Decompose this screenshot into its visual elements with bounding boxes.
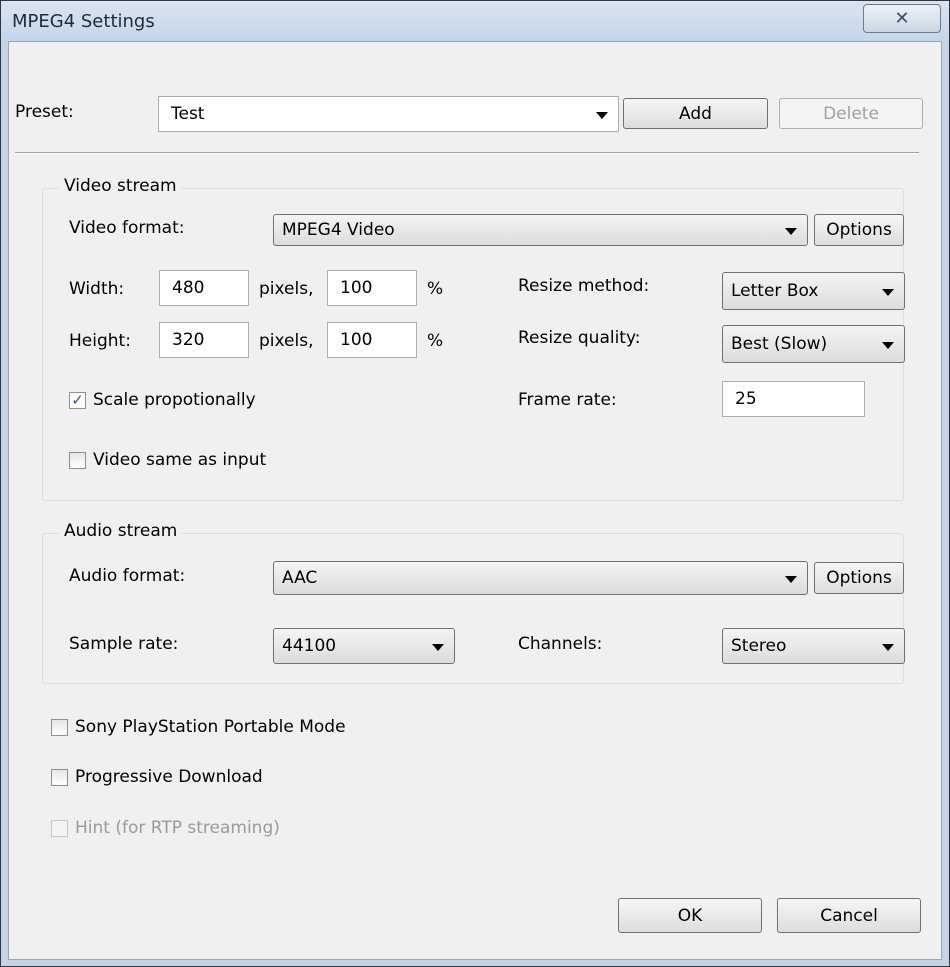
- width-percent-sign: %: [427, 279, 444, 299]
- dialog-body: Preset: Test Add Delete Video stream Vid…: [8, 41, 942, 960]
- delete-preset-button[interactable]: Delete: [779, 98, 923, 129]
- hint-rtp-checkbox[interactable]: [51, 820, 68, 837]
- height-percent-value: 100: [340, 330, 373, 350]
- audio-stream-title: Audio stream: [59, 521, 183, 541]
- height-label: Height:: [69, 331, 131, 351]
- settings-dialog: MPEG4 Settings ✕ Preset: Test Add Delete…: [0, 0, 950, 967]
- width-input[interactable]: 480: [159, 270, 249, 306]
- video-options-button[interactable]: Options: [814, 214, 904, 246]
- resize-method-label: Resize method:: [518, 276, 650, 296]
- chevron-down-icon: [882, 342, 894, 349]
- resize-quality-label: Resize quality:: [518, 328, 641, 348]
- chevron-down-icon: [596, 112, 608, 119]
- scale-proportionally-label: Scale propotionally: [93, 390, 256, 410]
- height-input[interactable]: 320: [159, 322, 249, 358]
- separator: [15, 152, 919, 154]
- height-percent-sign: %: [427, 331, 444, 351]
- chevron-down-icon: [785, 576, 797, 583]
- cancel-button[interactable]: Cancel: [777, 898, 921, 933]
- chevron-down-icon: [882, 644, 894, 651]
- checkmark-icon: ✓: [71, 391, 84, 409]
- frame-rate-value: 25: [735, 389, 757, 409]
- width-value: 480: [172, 278, 205, 298]
- video-format-label: Video format:: [69, 218, 185, 238]
- channels-value: Stereo: [731, 636, 787, 656]
- video-stream-title: Video stream: [59, 176, 182, 196]
- close-button[interactable]: ✕: [863, 4, 941, 33]
- audio-format-label: Audio format:: [69, 566, 186, 586]
- title-bar[interactable]: MPEG4 Settings ✕: [1, 1, 949, 41]
- video-format-dropdown[interactable]: MPEG4 Video: [273, 214, 808, 246]
- preset-value: Test: [171, 104, 205, 124]
- progressive-download-checkbox[interactable]: [51, 769, 68, 786]
- chevron-down-icon: [432, 644, 444, 651]
- preset-dropdown[interactable]: Test: [158, 96, 619, 132]
- width-percent-value: 100: [340, 278, 373, 298]
- resize-method-dropdown[interactable]: Letter Box: [722, 272, 905, 310]
- scale-proportionally-checkbox[interactable]: ✓: [69, 392, 86, 409]
- resize-quality-dropdown[interactable]: Best (Slow): [722, 325, 905, 363]
- video-same-as-input-label: Video same as input: [93, 450, 267, 470]
- add-preset-button[interactable]: Add: [623, 98, 768, 129]
- psp-mode-label: Sony PlayStation Portable Mode: [75, 717, 346, 737]
- height-percent-input[interactable]: 100: [327, 322, 417, 358]
- chevron-down-icon: [882, 289, 894, 296]
- resize-method-value: Letter Box: [731, 281, 819, 301]
- audio-options-button[interactable]: Options: [814, 562, 904, 594]
- psp-mode-checkbox[interactable]: [51, 719, 68, 736]
- channels-dropdown[interactable]: Stereo: [722, 628, 905, 664]
- video-same-as-input-checkbox[interactable]: [69, 452, 86, 469]
- width-label: Width:: [69, 279, 125, 299]
- height-value: 320: [172, 330, 205, 350]
- frame-rate-input[interactable]: 25: [722, 381, 865, 417]
- video-format-value: MPEG4 Video: [282, 220, 395, 240]
- chevron-down-icon: [785, 228, 797, 235]
- hint-rtp-label: Hint (for RTP streaming): [75, 818, 280, 838]
- audio-format-value: AAC: [282, 568, 318, 588]
- ok-button[interactable]: OK: [618, 898, 762, 933]
- close-icon: ✕: [894, 7, 910, 29]
- frame-rate-label: Frame rate:: [518, 390, 617, 410]
- audio-format-dropdown[interactable]: AAC: [273, 561, 808, 595]
- height-unit-label: pixels,: [259, 331, 314, 351]
- resize-quality-value: Best (Slow): [731, 334, 828, 354]
- sample-rate-label: Sample rate:: [69, 634, 179, 654]
- width-percent-input[interactable]: 100: [327, 270, 417, 306]
- preset-label: Preset:: [15, 102, 74, 122]
- window-title: MPEG4 Settings: [12, 11, 155, 32]
- progressive-download-label: Progressive Download: [75, 767, 263, 787]
- channels-label: Channels:: [518, 634, 603, 654]
- sample-rate-dropdown[interactable]: 44100: [273, 628, 455, 664]
- sample-rate-value: 44100: [282, 636, 337, 656]
- width-unit-label: pixels,: [259, 279, 314, 299]
